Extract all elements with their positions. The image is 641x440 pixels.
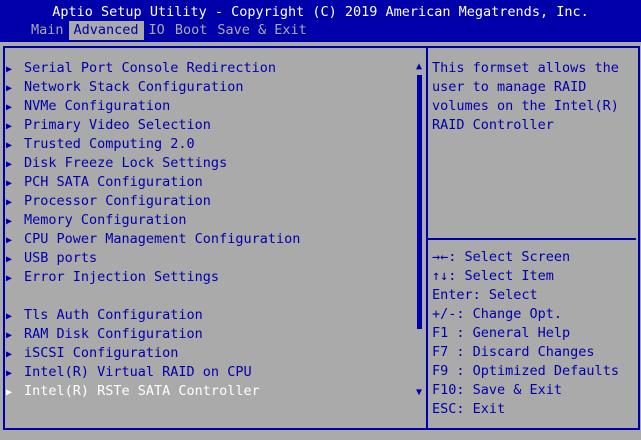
menu-item-serial-port-console-redirection[interactable]: ▶ Serial Port Console Redirection <box>6 59 300 78</box>
submenu-arrow-icon: ▶ <box>6 311 13 322</box>
menu-item-pch-sata-configuration[interactable]: ▶ PCH SATA Configuration <box>6 173 300 192</box>
key-legend-enter: Enter: Select <box>432 287 538 303</box>
key-legend-change-opt: +/-: Change Opt. <box>432 306 563 322</box>
menu-item-label: Serial Port Console Redirection <box>24 60 276 76</box>
submenu-arrow-icon: ▶ <box>6 64 13 75</box>
menu-item-label: NVMe Configuration <box>24 98 171 114</box>
submenu-arrow-icon: ▶ <box>6 178 13 189</box>
tab-bar: Main Advanced IO Boot Save & Exit <box>26 21 312 40</box>
menu-item-label: RAM Disk Configuration <box>24 326 203 342</box>
menu-item-label: iSCSI Configuration <box>24 345 179 361</box>
submenu-arrow-icon: ▶ <box>6 140 13 151</box>
menu-item-label: Tls Auth Configuration <box>24 307 203 323</box>
tab-io[interactable]: IO <box>144 21 170 40</box>
submenu-arrow-icon: ▶ <box>6 349 13 360</box>
menu-item-tls-auth-configuration[interactable]: ▶ Tls Auth Configuration <box>6 306 300 325</box>
menu-item-label: Intel(R) RSTe SATA Controller <box>24 383 260 399</box>
menu-item-error-injection-settings[interactable]: ▶ Error Injection Settings <box>6 268 300 287</box>
menu-item-ram-disk-configuration[interactable]: ▶ RAM Disk Configuration <box>6 325 300 344</box>
submenu-arrow-icon: ▶ <box>6 197 13 208</box>
menu-item-memory-configuration[interactable]: ▶ Memory Configuration <box>6 211 300 230</box>
submenu-arrow-icon: ▶ <box>6 368 13 379</box>
menu-item-label: Primary Video Selection <box>24 117 211 133</box>
menu-item-label: Processor Configuration <box>24 193 211 209</box>
menu-item-label: Intel(R) Virtual RAID on CPU <box>24 364 252 380</box>
submenu-arrow-icon: ▶ <box>6 102 13 113</box>
submenu-arrow-icon: ▶ <box>6 254 13 265</box>
menu-item-network-stack-configuration[interactable]: ▶ Network Stack Configuration <box>6 78 300 97</box>
key-legend-exit: ESC: Exit <box>432 401 506 417</box>
menu-scrollbar[interactable]: ▲ ▼ <box>413 60 425 400</box>
menu-item-label: CPU Power Management Configuration <box>24 231 301 247</box>
title-bar: Aptio Setup Utility - Copyright (C) 2019… <box>0 0 641 42</box>
menu-item-disk-freeze-lock-settings[interactable]: ▶ Disk Freeze Lock Settings <box>6 154 300 173</box>
key-legend: →←: Select Screen ↑↓: Select Item Enter:… <box>432 248 619 419</box>
submenu-arrow-icon: ▶ <box>6 121 13 132</box>
menu-item-cpu-power-management[interactable]: ▶ CPU Power Management Configuration <box>6 230 300 249</box>
menu-item-iscsi-configuration[interactable]: ▶ iSCSI Configuration <box>6 344 300 363</box>
key-legend-select-item: ↑↓: Select Item <box>432 268 554 284</box>
menu-item-processor-configuration[interactable]: ▶ Processor Configuration <box>6 192 300 211</box>
menu-item-usb-ports[interactable]: ▶ USB ports <box>6 249 300 268</box>
menu-item-label: PCH SATA Configuration <box>24 174 203 190</box>
bios-setup-screen: Aptio Setup Utility - Copyright (C) 2019… <box>0 0 641 440</box>
key-legend-general-help: F1 : General Help <box>432 325 571 341</box>
submenu-arrow-icon: ▶ <box>6 216 13 227</box>
key-legend-optimized-defaults: F9 : Optimized Defaults <box>432 363 619 379</box>
key-legend-select-screen: →←: Select Screen <box>432 249 571 265</box>
help-text: This formset allows the user to manage R… <box>432 60 619 133</box>
submenu-arrow-icon: ▶ <box>6 387 13 398</box>
tab-main[interactable]: Main <box>26 21 69 40</box>
submenu-arrow-icon: ▶ <box>6 235 13 246</box>
scroll-track <box>417 75 422 385</box>
menu-item-label: Network Stack Configuration <box>24 79 244 95</box>
scroll-up-arrow-icon[interactable]: ▲ <box>413 60 425 74</box>
menu-item-nvme-configuration[interactable]: ▶ NVMe Configuration <box>6 97 300 116</box>
scroll-thumb[interactable] <box>417 75 422 329</box>
menu-item-label: USB ports <box>24 250 98 266</box>
tab-boot[interactable]: Boot <box>170 21 213 40</box>
submenu-arrow-icon: ▶ <box>6 330 13 341</box>
submenu-arrow-icon: ▶ <box>6 83 13 94</box>
submenu-arrow-icon: ▶ <box>6 273 13 284</box>
help-divider <box>428 238 636 240</box>
menu-item-trusted-computing[interactable]: ▶ Trusted Computing 2.0 <box>6 135 300 154</box>
submenu-arrow-icon: ▶ <box>6 159 13 170</box>
key-legend-save-exit: F10: Save & Exit <box>432 382 563 398</box>
tab-advanced[interactable]: Advanced <box>68 21 144 40</box>
menu-item-label: Error Injection Settings <box>24 269 220 285</box>
menu-spacer <box>6 287 300 306</box>
scroll-down-arrow-icon[interactable]: ▼ <box>413 386 425 400</box>
tab-save-exit[interactable]: Save & Exit <box>212 21 311 40</box>
window-title: Aptio Setup Utility - Copyright (C) 2019… <box>52 4 589 20</box>
menu-item-label: Disk Freeze Lock Settings <box>24 155 228 171</box>
menu-item-intel-virtual-raid-on-cpu[interactable]: ▶ Intel(R) Virtual RAID on CPU <box>6 363 300 382</box>
menu-list: ▶ Serial Port Console Redirection ▶ Networ… <box>6 59 300 401</box>
menu-item-intel-rste-sata-controller[interactable]: ▶ Intel(R) RSTe SATA Controller <box>6 382 300 401</box>
menu-item-primary-video-selection[interactable]: ▶ Primary Video Selection <box>6 116 300 135</box>
menu-item-label: Memory Configuration <box>24 212 187 228</box>
key-legend-discard-changes: F7 : Discard Changes <box>432 344 595 360</box>
menu-item-label: Trusted Computing 2.0 <box>24 136 195 152</box>
